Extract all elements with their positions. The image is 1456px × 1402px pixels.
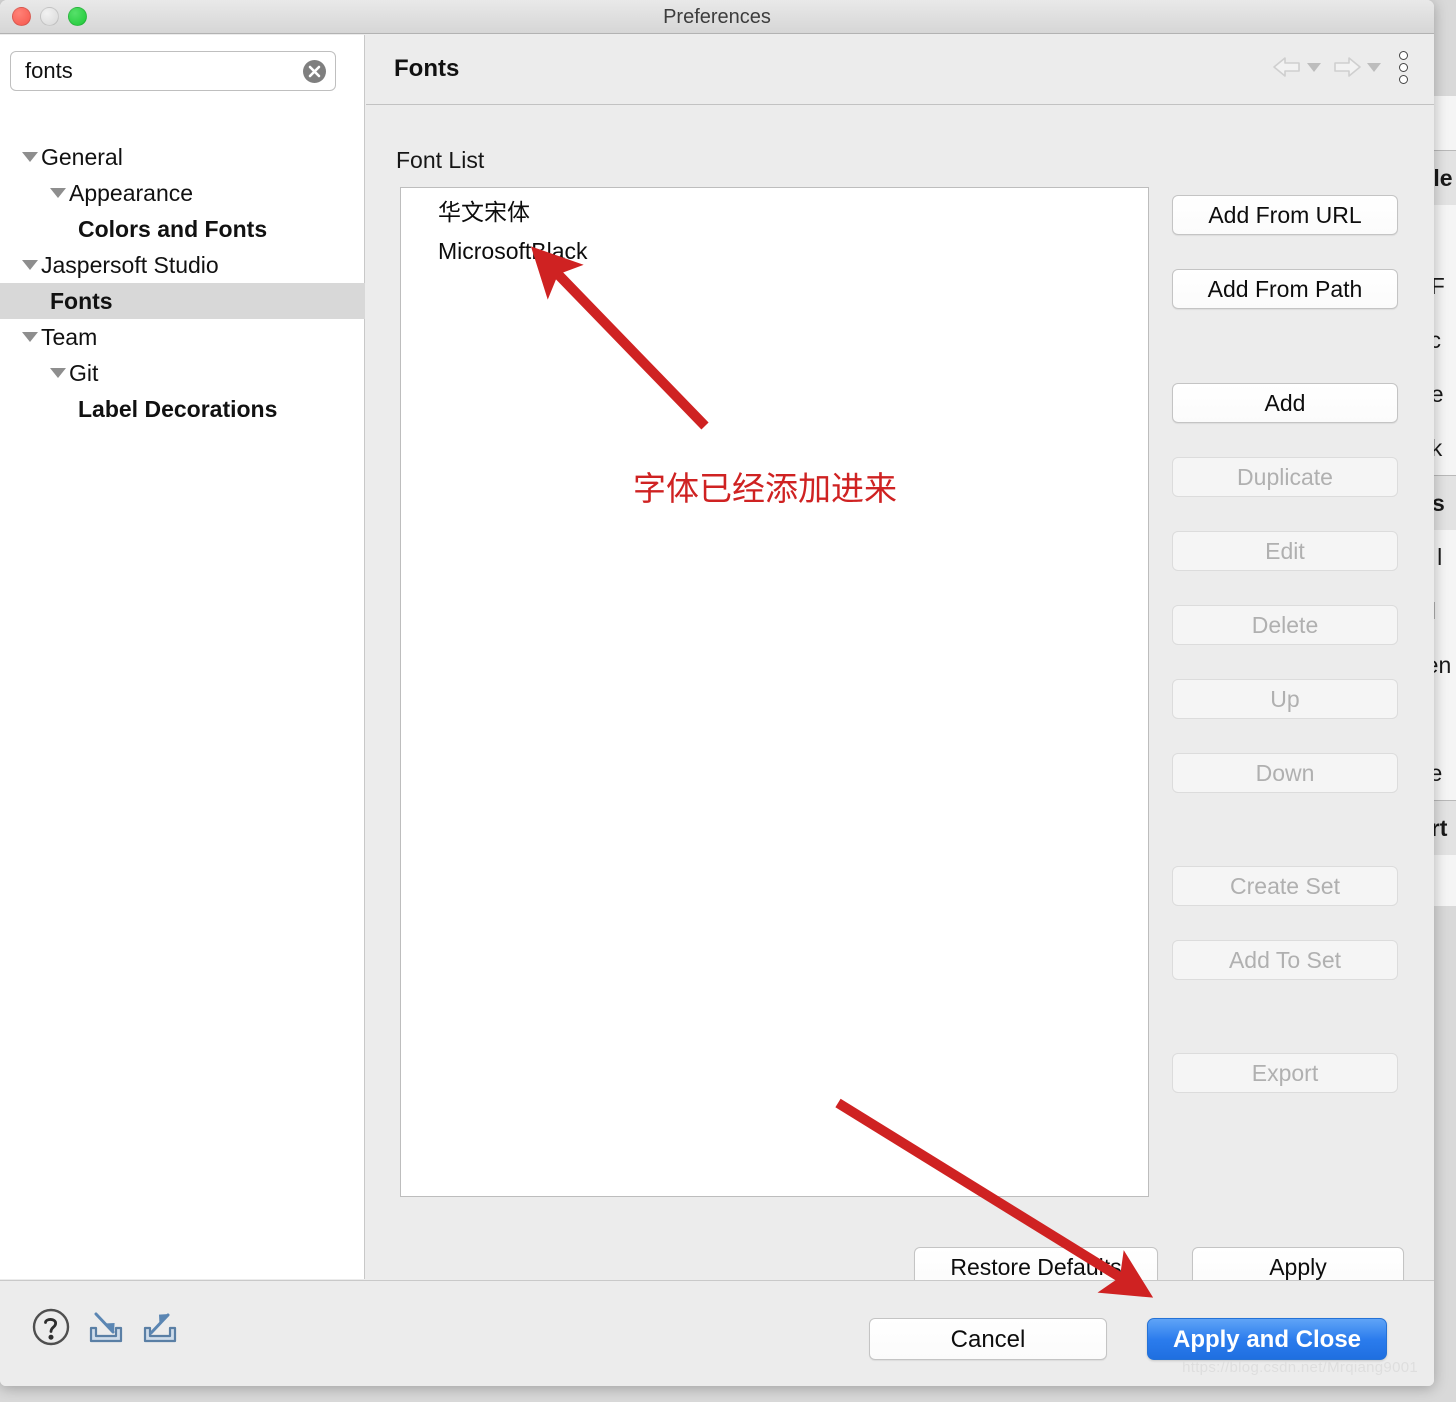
import-icon[interactable] <box>86 1306 126 1353</box>
create-set-button: Create Set <box>1172 866 1398 906</box>
page-nav-controls <box>1270 49 1416 85</box>
font-list-label: Font List <box>396 147 485 173</box>
delete-button: Delete <box>1172 605 1398 645</box>
list-item[interactable]: MicrosoftBlack <box>401 232 1148 271</box>
tree-item-label: Label Decorations <box>78 395 278 422</box>
dialog-body: General Appearance Colors and Fonts Jasp… <box>0 35 1434 1287</box>
window-title: Preferences <box>663 6 771 28</box>
apply-and-close-button[interactable]: Apply and Close <box>1147 1318 1387 1360</box>
page-header: Fonts <box>366 35 1434 105</box>
tree-item-label: Jaspersoft Studio <box>41 251 219 278</box>
tree-item-appearance[interactable]: Appearance <box>0 175 365 211</box>
down-button: Down <box>1172 753 1398 793</box>
title-bar: Preferences <box>0 0 1434 34</box>
footer-icons <box>30 1306 180 1353</box>
tree-item-label: Appearance <box>69 179 194 206</box>
font-actions: Add From URL Add From Path Add Duplicate… <box>1172 195 1398 1093</box>
tree-item-fonts[interactable]: Fonts <box>0 283 365 319</box>
chevron-down-icon[interactable] <box>22 152 38 162</box>
fonts-preference-page: Fonts Font List 华文宋体 MicrosoftBlack Add … <box>366 35 1434 1287</box>
search-input[interactable] <box>10 51 336 91</box>
tree-item-label: Team <box>41 323 98 350</box>
page-footer: Restore Defaults Apply <box>366 1215 1434 1287</box>
forward-history-chevron-down-icon[interactable] <box>1367 62 1381 72</box>
duplicate-button: Duplicate <box>1172 457 1398 497</box>
back-arrow-icon[interactable] <box>1270 50 1304 84</box>
settings-tree: General Appearance Colors and Fonts Jasp… <box>0 139 365 427</box>
export-icon[interactable] <box>140 1306 180 1353</box>
font-list[interactable]: 华文宋体 MicrosoftBlack <box>400 187 1149 1197</box>
tree-item-git[interactable]: Git <box>0 355 365 391</box>
kebab-menu-icon[interactable] <box>1390 49 1416 85</box>
tree-item-colors-and-fonts[interactable]: Colors and Fonts <box>0 211 365 247</box>
add-from-url-button[interactable]: Add From URL <box>1172 195 1398 235</box>
clear-search-icon[interactable] <box>303 60 326 83</box>
add-button[interactable]: Add <box>1172 383 1398 423</box>
tree-item-label: Git <box>69 359 99 386</box>
annotation-text: 字体已经添加进来 <box>633 469 897 508</box>
search-field-wrapper <box>10 51 336 91</box>
preferences-dialog: Preferences General <box>0 0 1434 1386</box>
help-question-icon[interactable] <box>30 1306 72 1353</box>
tree-item-jaspersoft-studio[interactable]: Jaspersoft Studio <box>0 247 365 283</box>
tree-item-label-decorations[interactable]: Label Decorations <box>0 391 365 427</box>
chevron-down-icon[interactable] <box>50 188 66 198</box>
preferences-tree-pane: General Appearance Colors and Fonts Jasp… <box>0 35 365 1279</box>
tree-item-label: Fonts <box>50 287 113 314</box>
dialog-footer: Cancel Apply and Close https://blog.csdn… <box>0 1280 1434 1386</box>
back-history-chevron-down-icon[interactable] <box>1307 62 1321 72</box>
tree-item-label: Colors and Fonts <box>78 215 268 242</box>
up-button: Up <box>1172 679 1398 719</box>
tree-item-general[interactable]: General <box>0 139 365 175</box>
page-title: Fonts <box>394 55 460 82</box>
edit-button: Edit <box>1172 531 1398 571</box>
export-button: Export <box>1172 1053 1398 1093</box>
watermark: https://blog.csdn.net/Mrqiang9001 <box>1182 1359 1418 1376</box>
chevron-down-icon[interactable] <box>50 368 66 378</box>
add-to-set-button: Add To Set <box>1172 940 1398 980</box>
forward-arrow-icon[interactable] <box>1330 50 1364 84</box>
cancel-button[interactable]: Cancel <box>869 1318 1107 1360</box>
chevron-down-icon[interactable] <box>22 332 38 342</box>
screen: e Ele e t F tic ge ak os e l al ren e ce… <box>0 0 1456 1402</box>
add-from-path-button[interactable]: Add From Path <box>1172 269 1398 309</box>
tree-item-label: General <box>41 143 123 170</box>
list-item[interactable]: 华文宋体 <box>401 193 1148 232</box>
chevron-down-icon[interactable] <box>22 260 38 270</box>
tree-item-team[interactable]: Team <box>0 319 365 355</box>
